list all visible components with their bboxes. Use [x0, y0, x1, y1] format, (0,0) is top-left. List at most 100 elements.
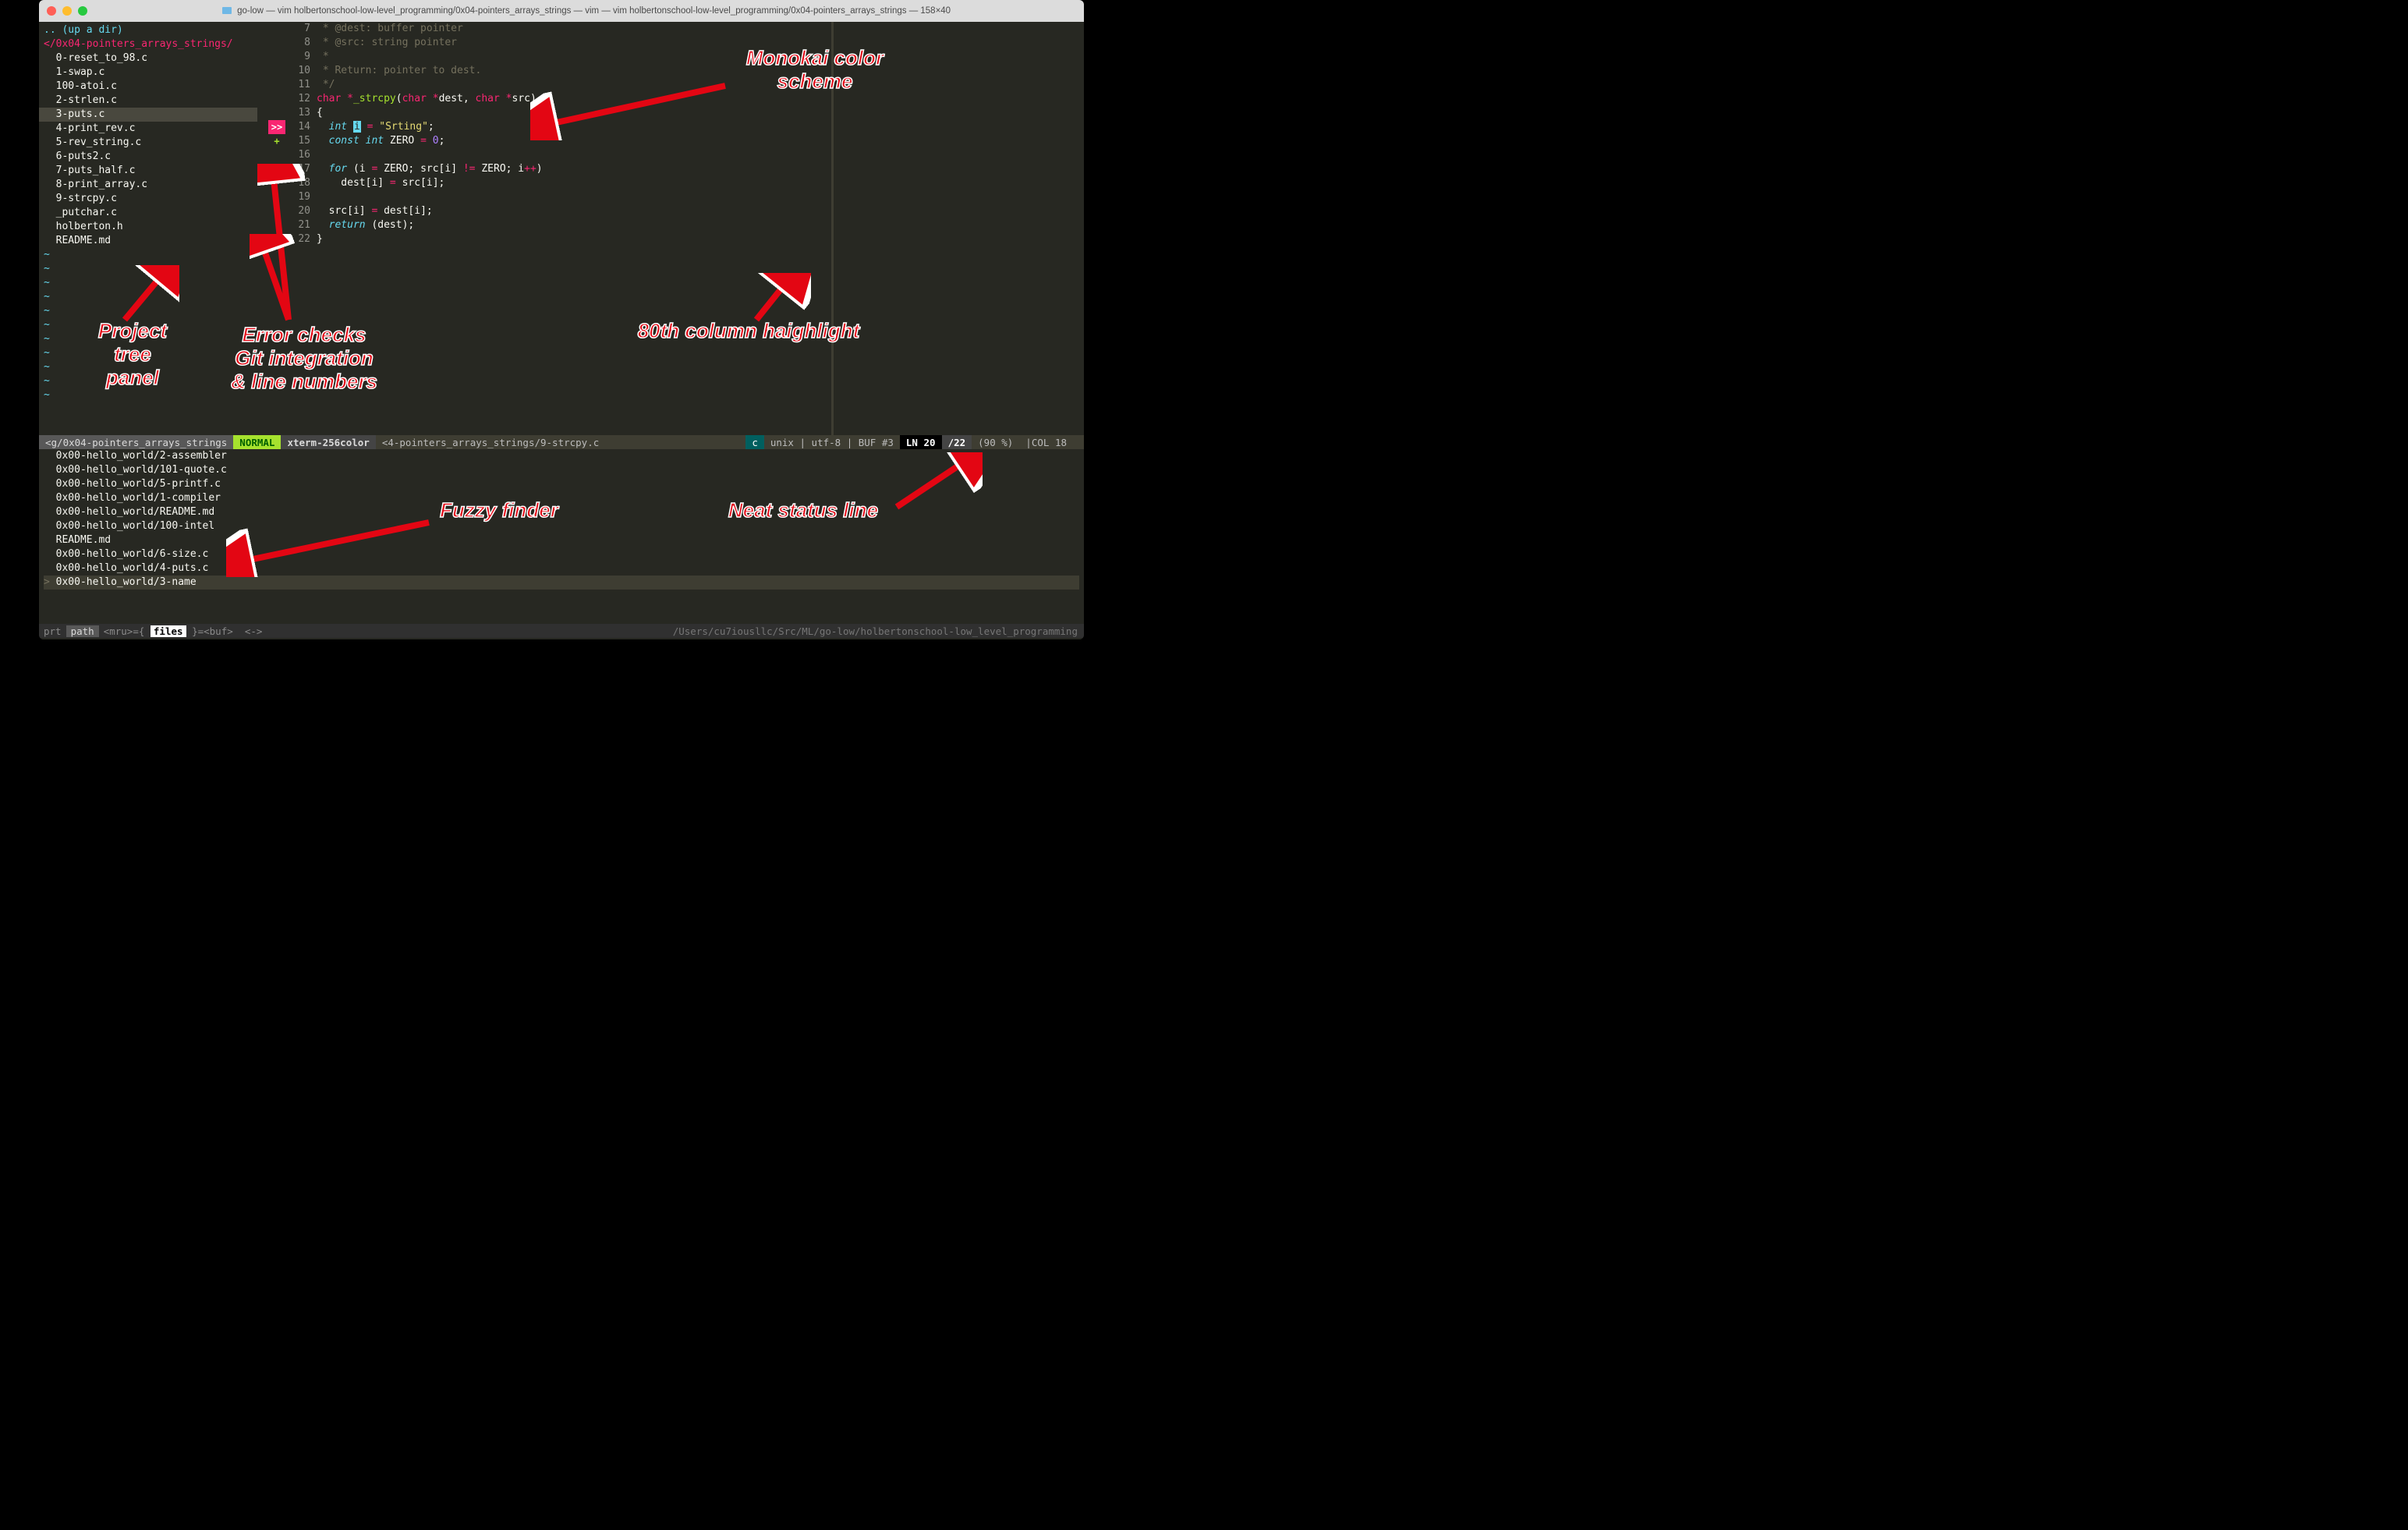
- fuzzy-result[interactable]: 0x00-hello_world/4-puts.c: [44, 561, 1079, 576]
- status-encoding: unix | utf-8 | BUF #3: [764, 435, 900, 449]
- window-title: go-low — vim holbertonschool-low-level_p…: [97, 6, 1076, 16]
- ctrlp-statusline: prt path <mru>={ files }=<buf> <-> /User…: [39, 624, 1084, 638]
- workspace: .. (up a dir)</0x04-pointers_arrays_stri…: [39, 22, 1084, 435]
- status-percent: (90 %): [972, 435, 1019, 449]
- gutter-sign: [268, 106, 285, 120]
- code-line[interactable]: for (i = ZERO; src[i] != ZERO; i++): [317, 162, 1084, 176]
- gutter-sign: +: [268, 134, 285, 148]
- editor[interactable]: >>+~~ 78910111213141516171819202122 * @d…: [268, 22, 1084, 435]
- fuzzy-finder[interactable]: 0x00-hello_world/2-assembler 0x00-hello_…: [39, 449, 1084, 624]
- tree-file[interactable]: 9-strcpy.c: [39, 192, 257, 206]
- empty-line-tilde: ~: [39, 304, 257, 318]
- line-number: 11: [285, 78, 317, 92]
- fuzzy-result[interactable]: 0x00-hello_world/5-printf.c: [44, 477, 1079, 491]
- code-line[interactable]: {: [317, 106, 1084, 120]
- line-number: 19: [285, 190, 317, 204]
- empty-line-tilde: ~: [39, 290, 257, 304]
- code-line[interactable]: }: [317, 232, 1084, 246]
- ctrlp-cwd: /Users/cu7iousllc/Src/ML/go-low/holberto…: [267, 625, 1084, 637]
- tree-file[interactable]: 7-puts_half.c: [39, 164, 257, 178]
- tree-file[interactable]: 100-atoi.c: [39, 80, 257, 94]
- gutter-sign: [268, 176, 285, 190]
- code-line[interactable]: int i = "Srting";: [317, 120, 1084, 134]
- line-number: 10: [285, 64, 317, 78]
- tree-up-dir[interactable]: .. (up a dir): [39, 23, 257, 37]
- terminal-window: go-low — vim holbertonschool-low-level_p…: [39, 0, 1084, 639]
- line-number: 14: [285, 120, 317, 134]
- column-80-highlight: [831, 22, 834, 435]
- line-number: 13: [285, 106, 317, 120]
- tree-file[interactable]: _putchar.c: [39, 206, 257, 220]
- line-number: 18: [285, 176, 317, 190]
- gutter-sign: >>: [268, 120, 285, 134]
- tree-file[interactable]: 8-print_array.c: [39, 178, 257, 192]
- code-line[interactable]: */: [317, 78, 1084, 92]
- status-cwd: <g/0x04-pointers_arrays_strings: [39, 435, 233, 449]
- tree-file[interactable]: 2-strlen.c: [39, 94, 257, 108]
- gutter-sign: [268, 218, 285, 232]
- fuzzy-result[interactable]: 0x00-hello_world/6-size.c: [44, 547, 1079, 561]
- code-line[interactable]: [317, 190, 1084, 204]
- empty-line-tilde: ~: [39, 262, 257, 276]
- line-number: 21: [285, 218, 317, 232]
- status-mode: NORMAL: [233, 435, 281, 449]
- zoom-icon[interactable]: [78, 6, 87, 16]
- ctrlp-path: path: [66, 625, 99, 637]
- code-line[interactable]: src[i] = dest[i];: [317, 204, 1084, 218]
- code-line[interactable]: const int ZERO = 0;: [317, 134, 1084, 148]
- tree-current-dir[interactable]: </0x04-pointers_arrays_strings/: [39, 37, 257, 51]
- traffic-lights: [47, 6, 87, 16]
- ctrlp-prt: prt: [39, 625, 66, 637]
- ctrlp-mode: <mru>={ files }=<buf> <->: [99, 625, 267, 637]
- titlebar: go-low — vim holbertonschool-low-level_p…: [39, 0, 1084, 22]
- code-line[interactable]: dest[i] = src[i];: [317, 176, 1084, 190]
- empty-line-tilde: ~: [39, 374, 257, 388]
- fuzzy-result[interactable]: 0x00-hello_world/README.md: [44, 505, 1079, 519]
- tree-file[interactable]: README.md: [39, 234, 257, 248]
- code-line[interactable]: return (dest);: [317, 218, 1084, 232]
- gutter-sign: [268, 148, 285, 162]
- tree-file[interactable]: 1-swap.c: [39, 66, 257, 80]
- gutter-sign: [268, 22, 285, 36]
- code-line[interactable]: * Return: pointer to dest.: [317, 64, 1084, 78]
- command-prompt[interactable]: >>> _: [39, 638, 1084, 639]
- gutter-sign: ~: [268, 162, 285, 176]
- minimize-icon[interactable]: [62, 6, 72, 16]
- empty-line-tilde: ~: [39, 318, 257, 332]
- tree-file[interactable]: 4-print_rev.c: [39, 122, 257, 136]
- line-number: 20: [285, 204, 317, 218]
- gutter-sign: ~: [268, 204, 285, 218]
- fuzzy-result[interactable]: 0x00-hello_world/101-quote.c: [44, 463, 1079, 477]
- tree-file[interactable]: 0-reset_to_98.c: [39, 51, 257, 66]
- tree-file[interactable]: 6-puts2.c: [39, 150, 257, 164]
- code-line[interactable]: char *_strcpy(char *dest, char *src): [317, 92, 1084, 106]
- close-icon[interactable]: [47, 6, 56, 16]
- tree-file[interactable]: holberton.h: [39, 220, 257, 234]
- title-rest: — vim holbertonschool-low-level_programm…: [266, 6, 951, 16]
- empty-line-tilde: ~: [39, 360, 257, 374]
- code-line[interactable]: [317, 148, 1084, 162]
- fuzzy-result[interactable]: README.md: [44, 533, 1079, 547]
- line-number: 15: [285, 134, 317, 148]
- project-tree[interactable]: .. (up a dir)</0x04-pointers_arrays_stri…: [39, 22, 257, 435]
- line-number: 22: [285, 232, 317, 246]
- empty-line-tilde: ~: [39, 332, 257, 346]
- gutter-sign: [268, 92, 285, 106]
- code-line[interactable]: * @src: string pointer: [317, 36, 1084, 50]
- status-term: xterm-256color: [281, 435, 375, 449]
- fuzzy-result[interactable]: 0x00-hello_world/100-intel: [44, 519, 1079, 533]
- folder-icon: [222, 7, 232, 14]
- gutter-sign: [268, 232, 285, 246]
- fuzzy-result-selected[interactable]: > 0x00-hello_world/3-name: [44, 576, 1079, 590]
- fuzzy-result[interactable]: 0x00-hello_world/1-compiler: [44, 491, 1079, 505]
- code-line[interactable]: *: [317, 50, 1084, 64]
- fuzzy-result[interactable]: 0x00-hello_world/2-assembler: [44, 449, 1079, 463]
- line-number: 17: [285, 162, 317, 176]
- code-area[interactable]: * @dest: buffer pointer * @src: string p…: [317, 22, 1084, 435]
- code-line[interactable]: * @dest: buffer pointer: [317, 22, 1084, 36]
- status-line-label: LN 20: [900, 435, 942, 449]
- tree-file[interactable]: 3-puts.c: [39, 108, 257, 122]
- tree-file[interactable]: 5-rev_string.c: [39, 136, 257, 150]
- title-folder: go-low: [237, 6, 264, 16]
- gutter-sign: [268, 50, 285, 64]
